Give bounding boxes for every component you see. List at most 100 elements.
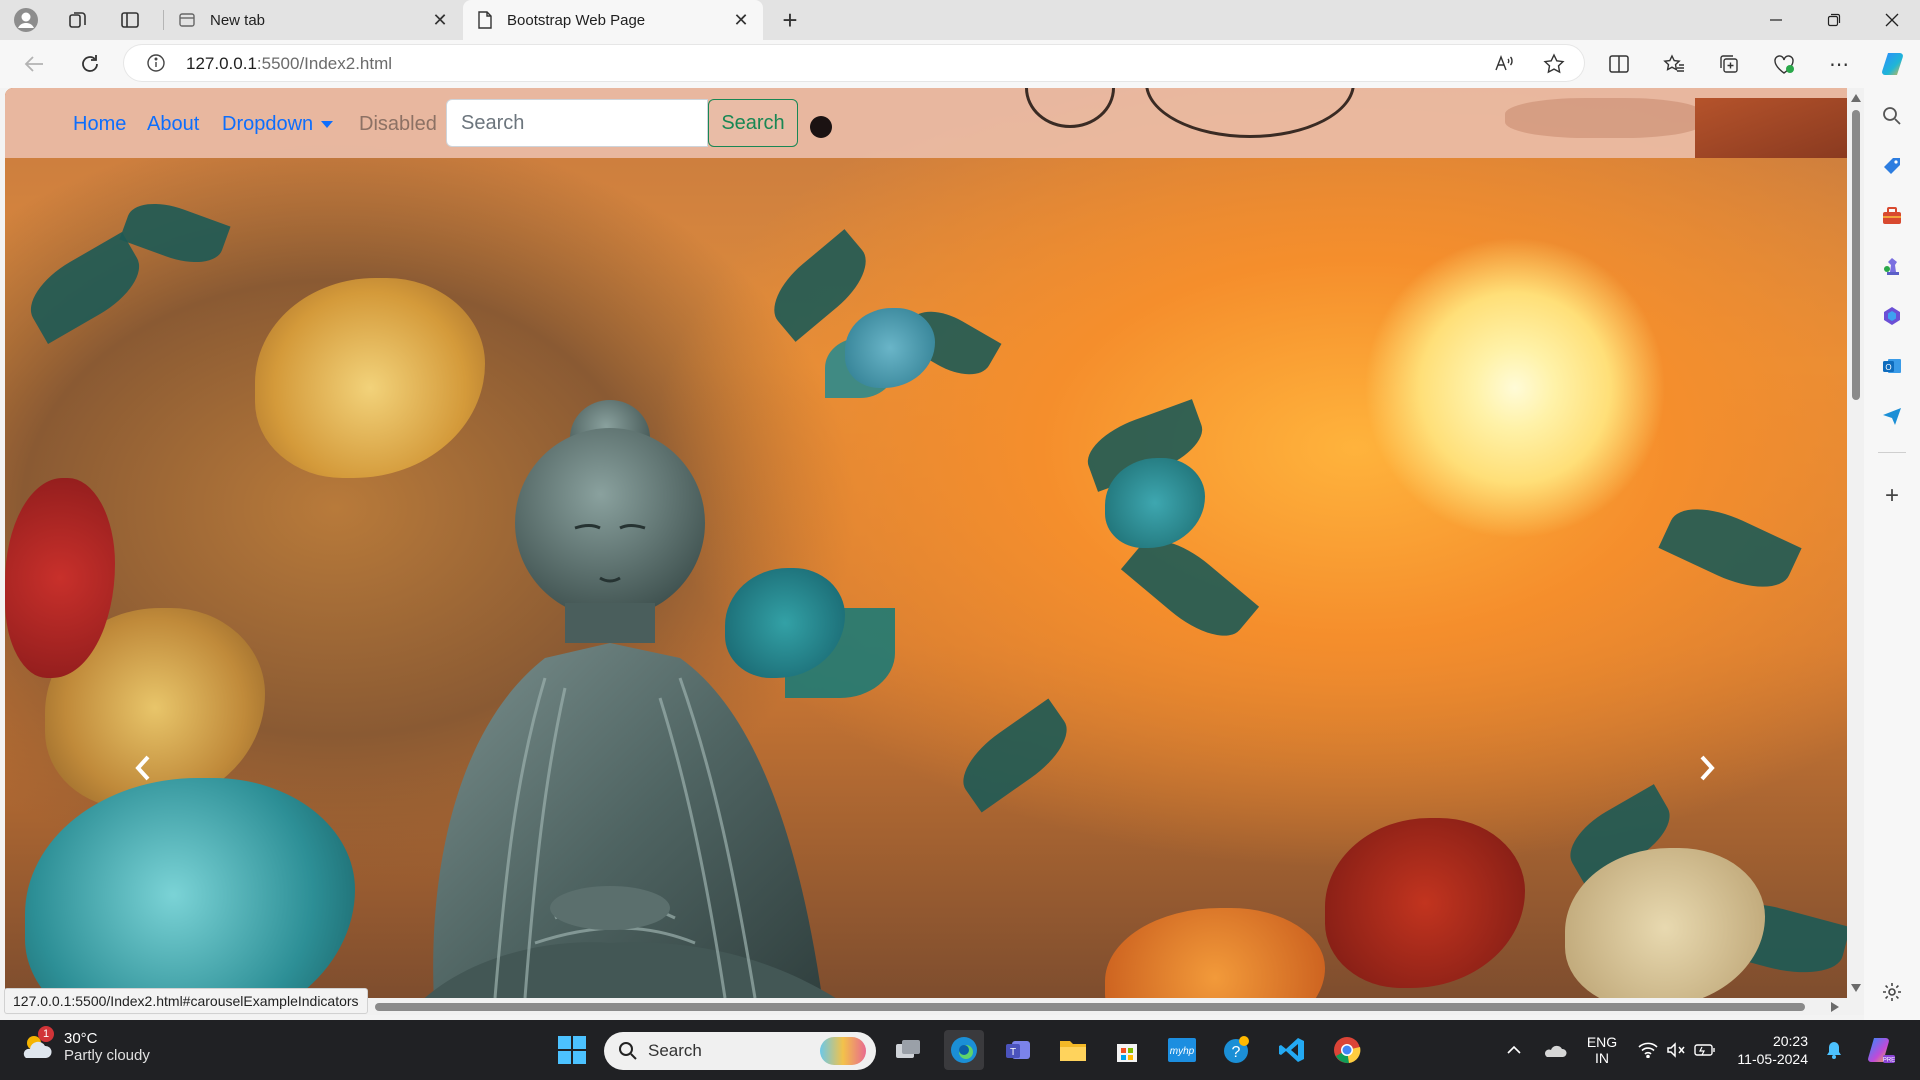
svg-text:myhp: myhp [1170, 1046, 1195, 1057]
task-view-icon[interactable] [888, 1030, 928, 1070]
tab-label: Bootstrap Web Page [507, 11, 646, 29]
profile-icon[interactable] [10, 4, 42, 36]
tab-label: New tab [210, 11, 266, 29]
back-icon[interactable] [22, 52, 46, 76]
tools-briefcase-icon[interactable] [1880, 204, 1904, 228]
sidebar-search-icon[interactable] [1880, 104, 1904, 128]
split-screen-icon[interactable] [1607, 52, 1631, 76]
weather-cloud-icon: 1 [20, 1026, 54, 1064]
games-chess-icon[interactable] [1880, 254, 1904, 278]
site-info-icon[interactable] [146, 53, 166, 78]
vertical-scrollbar[interactable] [1847, 88, 1864, 1015]
sidebar-divider [1878, 452, 1906, 453]
tab-divider [163, 10, 164, 30]
windows-taskbar: 1 30°C Partly cloudy Search T myhp ? ENG… [0, 1020, 1920, 1080]
weather-temp: 30°C [64, 1030, 98, 1047]
weather-condition: Partly cloudy [64, 1047, 150, 1064]
buddha-statue-image [407, 400, 861, 1015]
nav-dropdown-toggle[interactable]: Dropdown [222, 113, 334, 136]
get-help-icon[interactable]: ? [1217, 1030, 1257, 1070]
carousel-slide-image [5, 88, 1847, 1015]
favorite-star-icon[interactable] [1542, 52, 1566, 76]
navbar-search-button[interactable]: Search [708, 99, 798, 147]
windows-start-icon[interactable] [552, 1030, 592, 1070]
vertical-scroll-thumb[interactable] [1852, 110, 1860, 400]
nav-about-link[interactable]: About [147, 113, 199, 136]
add-sidebar-app-icon[interactable]: + [1880, 482, 1904, 509]
onedrive-cloud-icon[interactable] [1540, 1020, 1570, 1080]
wifi-icon[interactable] [1636, 1020, 1660, 1080]
sidebar-settings-icon[interactable] [1880, 980, 1904, 1004]
newtab-page-icon [179, 13, 195, 27]
carousel-next-icon[interactable] [1687, 748, 1727, 788]
tab-bar: New tab ✕ Bootstrap Web Page ✕ + [0, 0, 1920, 40]
svg-text:O: O [1885, 363, 1891, 372]
language-indicator[interactable]: ENG IN [1582, 1020, 1622, 1080]
url-text: 127.0.0.1:5500/Index2.html [186, 54, 393, 73]
read-aloud-icon[interactable] [1492, 52, 1516, 76]
weather-badge: 1 [38, 1026, 54, 1042]
scroll-right-icon[interactable] [1831, 1002, 1839, 1012]
restore-icon[interactable] [1806, 0, 1862, 40]
copilot-icon[interactable] [1880, 50, 1908, 78]
decorative-dot [810, 116, 832, 138]
collections-icon[interactable] [1717, 52, 1741, 76]
clock-time: 20:23 [1772, 1033, 1808, 1049]
carousel-prev-icon[interactable] [123, 748, 163, 788]
close-tab-icon[interactable]: ✕ [430, 10, 450, 30]
document-icon [478, 11, 492, 29]
close-tab-icon[interactable]: ✕ [731, 10, 751, 30]
show-hidden-icons-chevron[interactable] [1500, 1020, 1528, 1080]
caret-down-icon [321, 121, 334, 129]
battery-icon[interactable] [1692, 1020, 1718, 1080]
teams-icon[interactable]: T [998, 1030, 1038, 1070]
send-plane-icon[interactable] [1880, 404, 1904, 428]
shopping-tag-icon[interactable] [1880, 154, 1904, 178]
new-tab-button[interactable]: + [774, 4, 806, 36]
favorites-icon[interactable] [1662, 52, 1686, 76]
nav-home-link[interactable]: Home [73, 113, 126, 136]
svg-text:T: T [1010, 1047, 1016, 1058]
edge-sidebar: O + [1864, 88, 1920, 1020]
window-close-icon[interactable] [1864, 0, 1920, 40]
refresh-icon[interactable] [78, 52, 102, 76]
navbar-search-input[interactable] [446, 99, 708, 147]
language-code: ENG [1586, 1034, 1618, 1050]
svg-text:?: ? [1232, 1044, 1241, 1061]
address-bar[interactable]: 127.0.0.1:5500/Index2.html [124, 45, 1584, 81]
taskbar-search-box[interactable]: Search [604, 1032, 876, 1070]
clock[interactable]: 20:23 11-05-2024 [1728, 1020, 1808, 1080]
file-explorer-icon[interactable] [1053, 1030, 1093, 1070]
taskbar-search-icon [619, 1042, 637, 1060]
myhp-icon[interactable]: myhp [1162, 1030, 1202, 1070]
outlook-icon[interactable]: O [1880, 354, 1904, 378]
microsoft-store-icon[interactable] [1107, 1030, 1147, 1070]
region-code: IN [1595, 1050, 1609, 1066]
browser-toolbar: 127.0.0.1:5500/Index2.html ⋯ [0, 40, 1920, 88]
svg-text:PRE: PRE [1883, 1058, 1895, 1064]
tab-new-tab[interactable]: New tab ✕ [166, 0, 462, 40]
notification-bell-icon[interactable] [1822, 1020, 1846, 1080]
more-menu-icon[interactable]: ⋯ [1827, 52, 1851, 76]
search-highlight-image [820, 1037, 866, 1065]
volume-muted-icon[interactable] [1664, 1020, 1688, 1080]
copilot-taskbar-icon[interactable]: PRE [1862, 1020, 1898, 1080]
minimize-icon[interactable] [1748, 0, 1804, 40]
status-bar-url: 127.0.0.1:5500/Index2.html#carouselExamp… [4, 988, 368, 1014]
browser-essentials-icon[interactable] [1772, 52, 1796, 76]
clock-date: 11-05-2024 [1737, 1051, 1808, 1067]
tab-bootstrap-web-page[interactable]: Bootstrap Web Page ✕ [463, 0, 763, 40]
vscode-icon[interactable] [1272, 1030, 1312, 1070]
horizontal-scroll-thumb[interactable] [375, 1003, 1805, 1011]
microsoft-365-icon[interactable] [1880, 304, 1904, 328]
taskbar-search-label: Search [648, 1041, 702, 1060]
page-viewport: Home About Dropdown Disabled Search [5, 88, 1847, 1015]
edge-taskbar-icon[interactable] [944, 1030, 984, 1070]
chrome-icon[interactable] [1327, 1030, 1367, 1070]
nav-disabled-link: Disabled [359, 113, 437, 135]
scroll-down-icon[interactable] [1851, 984, 1861, 992]
tab-actions-icon[interactable] [114, 4, 146, 36]
scroll-up-icon[interactable] [1851, 94, 1861, 102]
weather-widget[interactable]: 1 30°C Partly cloudy [20, 1026, 150, 1064]
workspaces-icon[interactable] [62, 4, 94, 36]
